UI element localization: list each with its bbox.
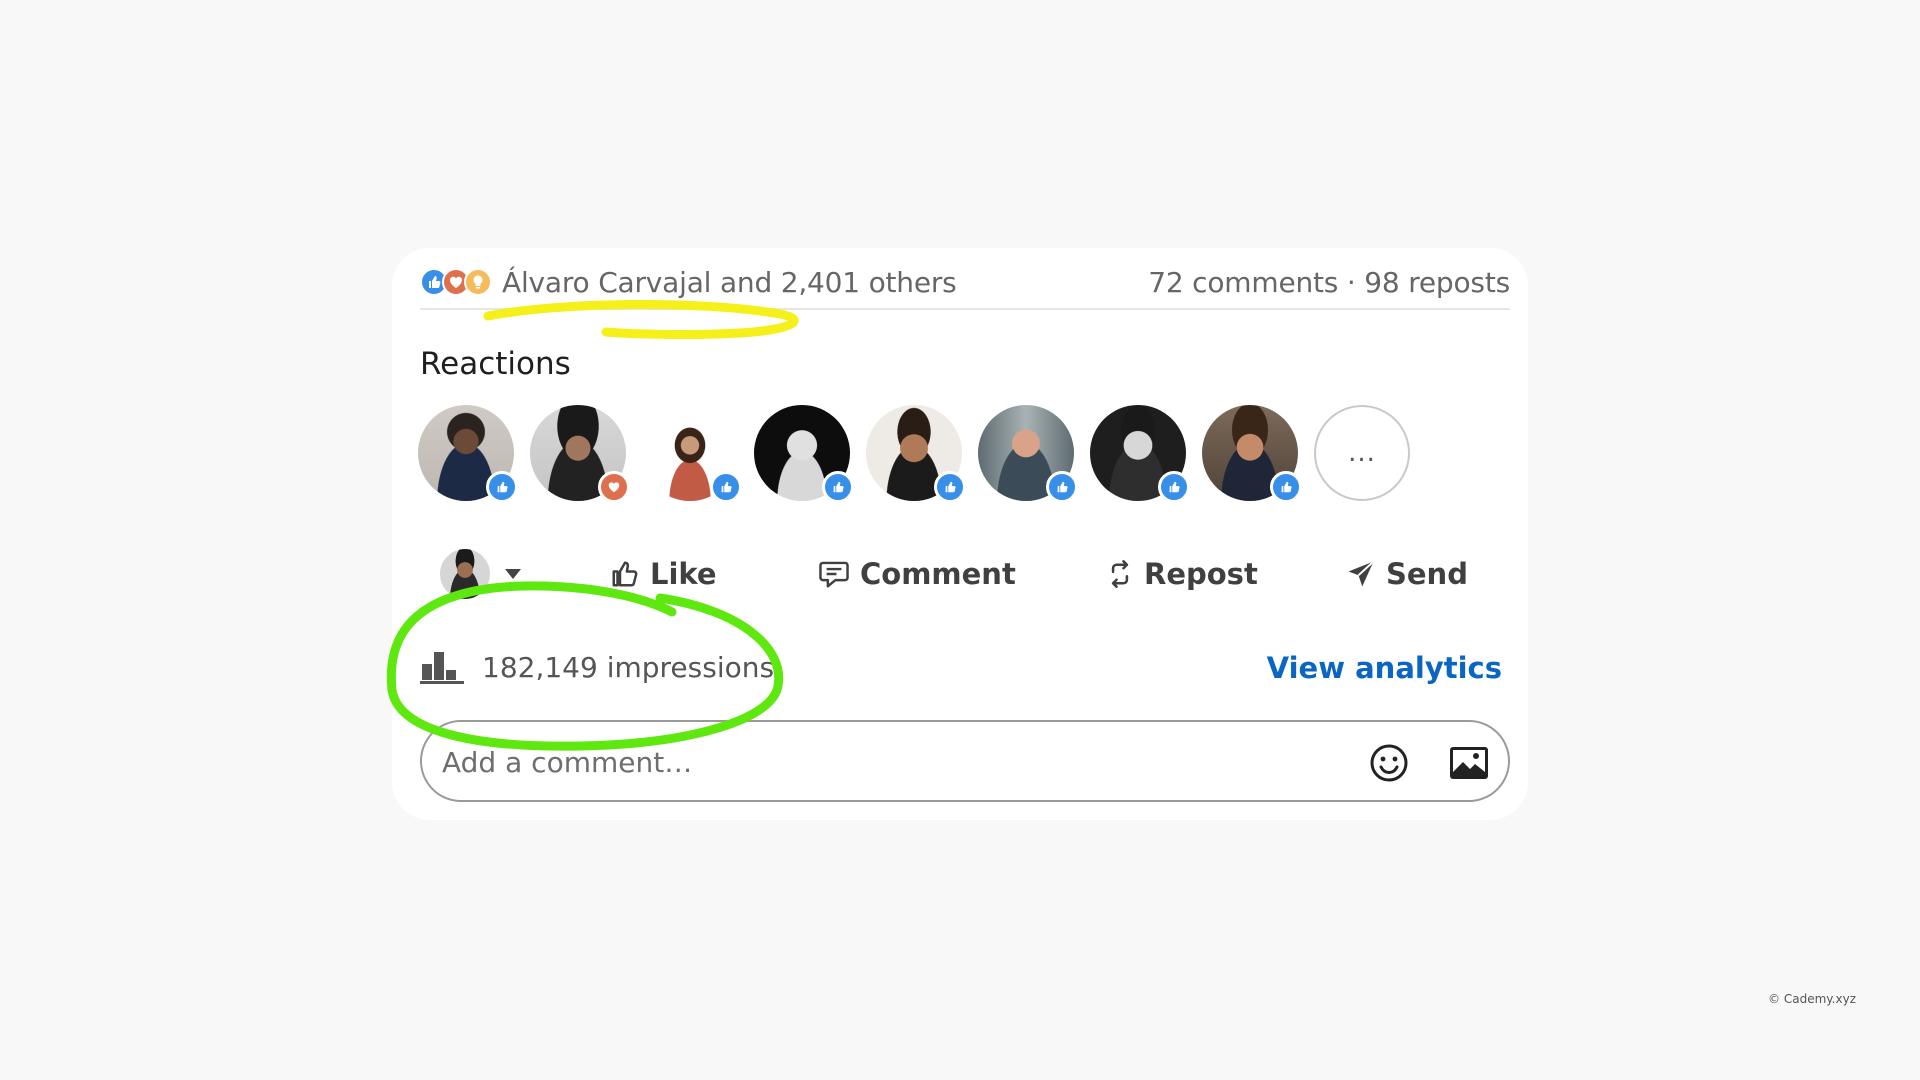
insightful-reaction-icon [464, 268, 492, 296]
post-action-bar: Like Comment Repost Send [440, 546, 1468, 602]
post-as-selector[interactable] [440, 546, 522, 602]
repost-button[interactable]: Repost [1106, 546, 1258, 602]
reactions-summary[interactable]: Álvaro Carvajal and 2,401 others [420, 266, 957, 299]
thumbs-up-icon [612, 561, 638, 587]
reactions-count-text[interactable]: Álvaro Carvajal and 2,401 others [502, 266, 957, 299]
impressions-stat[interactable]: 182,149 impressions [420, 650, 774, 684]
impressions-count: 182,149 impressions [482, 650, 775, 684]
reactor-avatar[interactable] [530, 405, 630, 503]
send-button[interactable]: Send [1346, 546, 1468, 602]
comment-button[interactable]: Comment [818, 546, 1016, 602]
comment-label: Comment [860, 557, 1016, 591]
like-badge-icon [822, 471, 854, 503]
reaction-types-stack [420, 268, 492, 296]
reactions-heading: Reactions [420, 346, 571, 382]
like-badge-icon [1158, 471, 1190, 503]
comments-reposts-count[interactable]: 72 comments · 98 reposts [1148, 266, 1510, 299]
like-badge-icon [486, 471, 518, 503]
emoji-icon[interactable] [1368, 742, 1410, 784]
love-badge-icon [598, 471, 630, 503]
copyright-text: © Cademy.xyz [1768, 992, 1856, 1006]
comment-input[interactable] [440, 736, 1344, 788]
bar-chart-icon [420, 652, 464, 684]
like-label: Like [650, 557, 717, 591]
more-reactions-button[interactable]: ... [1314, 405, 1410, 501]
like-badge-icon [1046, 471, 1078, 503]
reactor-avatar[interactable] [978, 405, 1078, 503]
like-button[interactable]: Like [610, 546, 717, 602]
repost-label: Repost [1144, 557, 1258, 591]
like-badge-icon [710, 471, 742, 503]
send-icon [1348, 560, 1375, 587]
caret-down-icon [505, 569, 521, 579]
reactor-avatar[interactable] [866, 405, 966, 503]
comment-icon [819, 561, 849, 588]
current-user-avatar [440, 549, 490, 599]
reactor-avatar[interactable] [642, 405, 742, 503]
repost-icon [1111, 560, 1129, 588]
reactor-avatars-row: ... [418, 405, 1410, 503]
like-badge-icon [934, 471, 966, 503]
comment-composer [420, 720, 1510, 802]
view-analytics-link[interactable]: View analytics [1267, 651, 1502, 685]
social-counts-bar: Álvaro Carvajal and 2,401 others 72 comm… [420, 256, 1510, 310]
reactor-avatar[interactable] [1202, 405, 1302, 503]
image-icon[interactable] [1448, 742, 1490, 784]
send-label: Send [1386, 557, 1468, 591]
like-badge-icon [1270, 471, 1302, 503]
reactor-avatar[interactable] [754, 405, 854, 503]
slide: Álvaro Carvajal and 2,401 others 72 comm… [0, 0, 1920, 1080]
reactor-avatar[interactable] [418, 405, 518, 503]
reactor-avatar[interactable] [1090, 405, 1190, 503]
